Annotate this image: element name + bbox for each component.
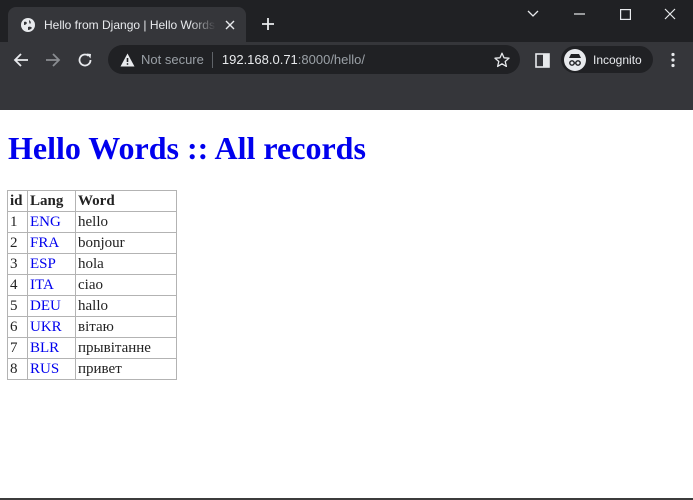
cell-lang: ENG (27, 211, 76, 233)
cell-word: вітаю (75, 316, 177, 338)
cell-id: 8 (7, 358, 28, 380)
address-bar[interactable]: Not secure 192.168.0.71:8000/hello/ (108, 45, 520, 74)
cell-word: hallo (75, 295, 177, 317)
cell-word: привет (75, 358, 177, 380)
cell-lang: ESP (27, 253, 76, 275)
tab-strip: Hello from Django | Hello Words (0, 0, 693, 42)
table-row: 2 FRA bonjour (7, 232, 177, 254)
globe-icon (20, 17, 36, 33)
cell-word: прывітанне (75, 337, 177, 359)
page-content: Hello Words :: All records id Lang Word … (0, 110, 693, 499)
arrow-left-icon[interactable] (11, 50, 31, 70)
table-row: 4 ITA ciao (7, 274, 177, 296)
omnibox-divider (211, 51, 213, 68)
url-text[interactable]: 192.168.0.71:8000/hello/ (222, 52, 365, 67)
chevron-down-icon[interactable] (510, 0, 556, 28)
records-table: id Lang Word 1 ENG hello 2 FRA bonjour 3 ESP hol… (7, 190, 177, 380)
lang-link[interactable]: RUS (30, 361, 59, 377)
warning-icon[interactable] (119, 52, 135, 68)
cell-lang: ITA (27, 274, 76, 296)
side-panel-icon[interactable] (533, 51, 551, 69)
browser-tab-active[interactable]: Hello from Django | Hello Words (8, 7, 246, 42)
page-title: Hello Words :: All records (8, 130, 366, 166)
reload-icon[interactable] (75, 50, 95, 70)
tab-title: Hello from Django | Hello Words (44, 17, 215, 32)
cell-id: 1 (7, 211, 28, 233)
browser-toolbar: Not secure 192.168.0.71:8000/hello/ Inco… (0, 42, 693, 78)
lang-link[interactable]: ESP (30, 256, 56, 272)
incognito-label: Incognito (593, 52, 642, 67)
cell-id: 3 (7, 253, 28, 275)
incognito-profile-button[interactable]: Incognito (561, 46, 653, 73)
column-header-lang: Lang (27, 190, 76, 212)
security-status[interactable]: Not secure (141, 52, 204, 67)
table-header-row: id Lang Word (7, 190, 177, 212)
table-row: 8 RUS привет (7, 358, 177, 380)
table-row: 5 DEU hallo (7, 295, 177, 317)
table-row: 1 ENG hello (7, 211, 177, 233)
cell-id: 6 (7, 316, 28, 338)
cell-lang: DEU (27, 295, 76, 317)
table-row: 6 UKR вітаю (7, 316, 177, 338)
cell-lang: FRA (27, 232, 76, 254)
close-icon[interactable] (647, 0, 693, 28)
cell-id: 2 (7, 232, 28, 254)
cell-word: hello (75, 211, 177, 233)
lang-link[interactable]: ENG (30, 214, 61, 230)
table-body: 1 ENG hello 2 FRA bonjour 3 ESP hola 4 ITA ciao 5 DEU… (7, 211, 177, 380)
incognito-icon (564, 48, 586, 71)
url-path: :8000/hello/ (297, 52, 366, 67)
table-row: 3 ESP hola (7, 253, 177, 275)
maximize-icon[interactable] (602, 0, 648, 28)
minimize-icon[interactable] (556, 0, 602, 28)
cell-lang: BLR (27, 337, 76, 359)
lang-link[interactable]: FRA (30, 235, 59, 251)
cell-id: 5 (7, 295, 28, 317)
cell-lang: UKR (27, 316, 76, 338)
lang-link[interactable]: BLR (30, 340, 59, 356)
cell-word: hola (75, 253, 177, 275)
star-icon[interactable] (493, 51, 511, 69)
url-host: 192.168.0.71 (221, 52, 298, 67)
column-header-id: id (7, 190, 28, 212)
cell-id: 7 (7, 337, 28, 359)
browser-chrome: Hello from Django | Hello Words Not secu… (0, 0, 693, 110)
cell-word: ciao (75, 274, 177, 296)
cell-word: bonjour (75, 232, 177, 254)
lang-link[interactable]: UKR (30, 319, 62, 335)
plus-icon[interactable] (258, 14, 278, 34)
table-row: 7 BLR прывітанне (7, 337, 177, 359)
kebab-menu-icon[interactable] (664, 51, 682, 69)
lang-link[interactable]: ITA (30, 277, 54, 293)
close-icon[interactable] (222, 17, 238, 33)
cell-lang: RUS (27, 358, 76, 380)
cell-id: 4 (7, 274, 28, 296)
lang-link[interactable]: DEU (30, 298, 61, 314)
column-header-word: Word (75, 190, 177, 212)
arrow-right-icon[interactable] (43, 50, 63, 70)
